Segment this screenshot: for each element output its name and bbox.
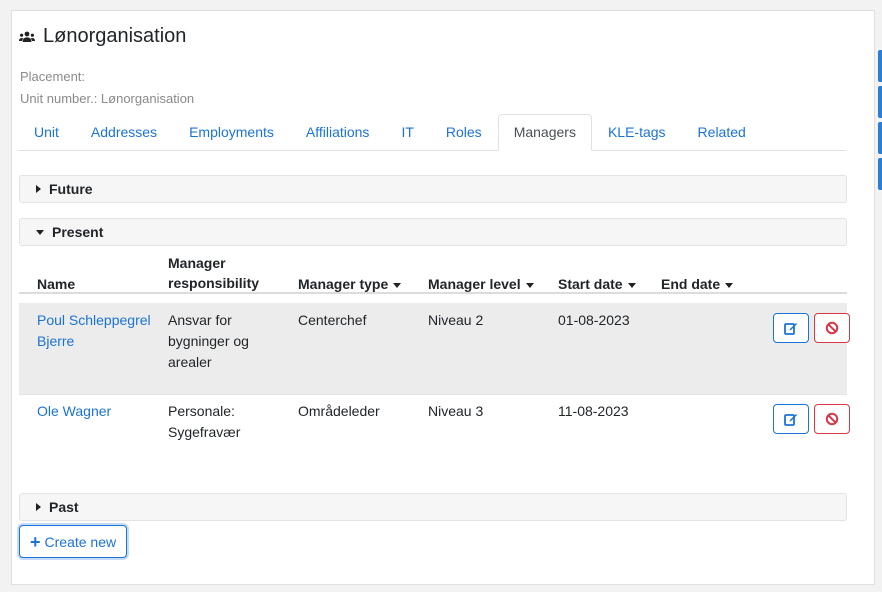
column-manager-type[interactable]: Manager type: [298, 274, 402, 294]
column-responsibility-line2: responsibility: [168, 275, 260, 291]
row-divider: [19, 394, 847, 395]
ban-icon: [825, 321, 839, 335]
placement-label: Placement:: [20, 69, 86, 84]
section-present-toggle[interactable]: Present: [19, 218, 847, 246]
column-name: Name: [37, 276, 76, 292]
column-end-date[interactable]: End date: [661, 274, 734, 294]
column-manager-level[interactable]: Manager level: [428, 274, 534, 294]
manager-responsibility-line2: bygninger og: [168, 333, 249, 349]
tab-related[interactable]: Related: [682, 114, 762, 150]
caret-down-icon: [36, 229, 44, 235]
tab-it[interactable]: IT: [385, 114, 429, 150]
users-icon: [19, 31, 35, 42]
sort-caret-icon: [393, 282, 402, 288]
start-date-value: 11-08-2023: [558, 403, 629, 419]
column-manager-level-label: Manager level: [428, 276, 521, 292]
manager-name-link[interactable]: Poul Schleppegrel Bjerre: [37, 310, 151, 352]
caret-right-icon: [36, 185, 41, 193]
side-tab-3[interactable]: [878, 122, 882, 154]
column-end-date-label: End date: [661, 276, 721, 292]
manager-name-line1[interactable]: Poul Schleppegrel: [37, 310, 151, 331]
column-start-date-label: Start date: [558, 276, 623, 292]
side-tab-2[interactable]: [878, 86, 882, 118]
edit-icon: [784, 414, 797, 426]
tab-kle-tags[interactable]: KLE-tags: [592, 114, 682, 150]
tab-addresses[interactable]: Addresses: [75, 114, 173, 150]
tab-roles[interactable]: Roles: [430, 114, 498, 150]
manager-level-value: Niveau 2: [428, 312, 484, 328]
section-present-label: Present: [52, 224, 104, 240]
section-future-label: Future: [49, 181, 93, 197]
manager-responsibility-line1: Ansvar for: [168, 312, 232, 328]
manager-type-value: Centerchef: [298, 312, 367, 328]
column-start-date[interactable]: Start date: [558, 274, 636, 294]
section-future-toggle[interactable]: Future: [19, 175, 847, 203]
column-responsibility-line1: Manager: [168, 255, 226, 271]
caret-right-icon: [36, 503, 41, 511]
manager-name-line2[interactable]: Bjerre: [37, 331, 151, 352]
edit-button[interactable]: [773, 404, 809, 434]
start-date-value: 01-08-2023: [558, 312, 630, 328]
column-responsibility: Manager responsibility: [168, 253, 259, 293]
column-manager-type-label: Manager type: [298, 276, 389, 292]
manager-responsibility-line1: Personale:: [168, 403, 235, 419]
side-tab-4[interactable]: [878, 158, 882, 190]
manager-name-link[interactable]: Ole Wagner: [37, 401, 111, 422]
tab-managers[interactable]: Managers: [497, 114, 592, 151]
sort-caret-icon: [525, 282, 534, 288]
manager-level-value: Niveau 3: [428, 403, 484, 419]
sort-caret-icon: [725, 282, 734, 288]
ban-icon: [825, 412, 839, 426]
manager-type-value: Områdeleder: [298, 403, 380, 419]
plus-icon: +: [30, 531, 41, 552]
create-new-button[interactable]: + Create new: [19, 525, 128, 558]
page-header: Lønorganisation: [19, 25, 186, 48]
create-new-label: Create new: [44, 533, 117, 550]
manager-responsibility: Personale: Sygefravær: [168, 401, 240, 443]
side-tab-1[interactable]: [878, 50, 882, 82]
manager-responsibility: Ansvar for bygninger og arealer: [168, 310, 249, 373]
section-past-label: Past: [49, 499, 79, 515]
edit-icon: [784, 323, 797, 335]
page-title: Lønorganisation: [43, 25, 187, 47]
delete-button[interactable]: [814, 313, 850, 343]
tab-unit[interactable]: Unit: [18, 114, 75, 150]
tab-employments[interactable]: Employments: [173, 114, 290, 150]
delete-button[interactable]: [814, 404, 850, 434]
sort-caret-icon: [627, 282, 636, 288]
manager-responsibility-line2: Sygefravær: [168, 424, 241, 440]
tab-affiliations[interactable]: Affiliations: [290, 114, 386, 150]
section-past-toggle[interactable]: Past: [19, 493, 847, 521]
unit-number-label: Unit number.: Lønorganisation: [20, 91, 195, 106]
table-header-border: [19, 292, 847, 294]
edit-button[interactable]: [773, 313, 809, 343]
manager-responsibility-line3: arealer: [168, 354, 212, 370]
tab-bar: Unit Addresses Employments Affiliations …: [18, 114, 846, 151]
